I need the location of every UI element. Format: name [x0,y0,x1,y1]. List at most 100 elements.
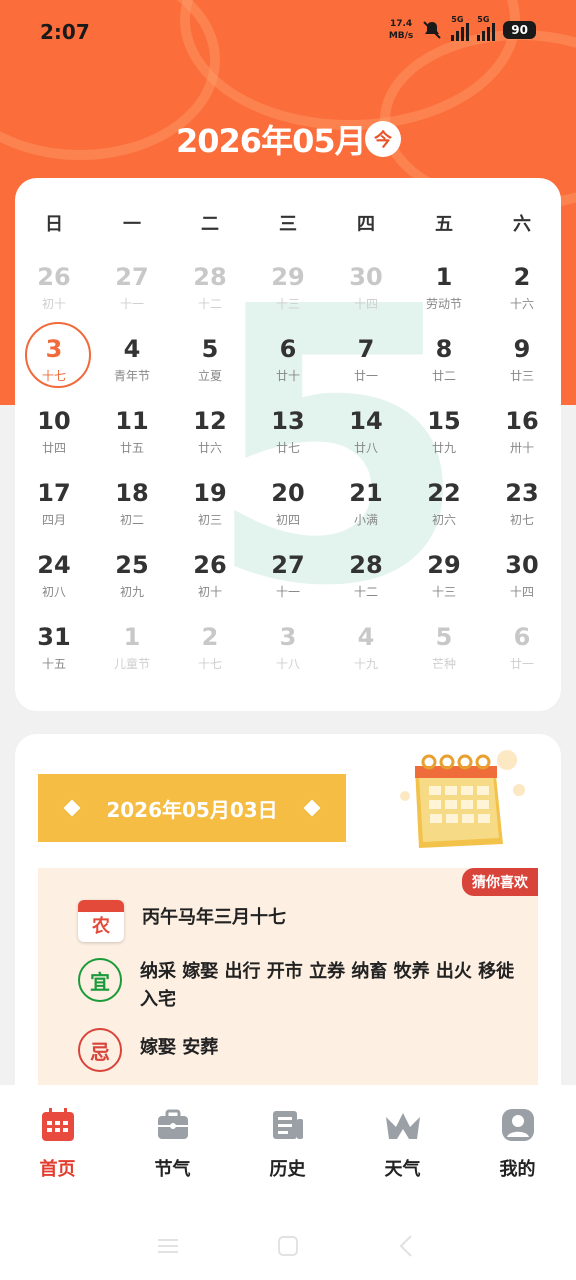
calendar-day[interactable]: 19 初三 [171,476,249,548]
net-speed-value: 17.4 [389,19,413,29]
calendar-day[interactable]: 31 十五 [15,620,93,692]
tab-history[interactable]: 历史 [230,1107,345,1181]
calendar-day-today[interactable]: 3 十七 [15,322,93,404]
calendar-day[interactable]: 27 十一 [249,548,327,620]
lunar-label: 劳动节 [425,297,462,311]
user-icon [501,1109,534,1141]
calendar-day[interactable]: 1 劳动节 [405,260,483,332]
tab-home[interactable]: 首页 [0,1107,115,1181]
lunar-label: 十四 [353,297,378,311]
day-number: 1 [435,263,453,291]
calendar-day[interactable]: 1 儿童节 [93,620,171,692]
calendar-day[interactable]: 4 十九 [327,620,405,692]
calendar-day[interactable]: 28 十二 [171,260,249,332]
calendar-day[interactable]: 18 初二 [93,476,171,548]
lunar-label: 十六 [509,297,534,311]
calendar-day[interactable]: 23 初七 [483,476,561,548]
lunar-label: 初七 [509,513,534,527]
day-number: 29 [427,551,461,579]
calendar-day[interactable]: 17 四月 [15,476,93,548]
day-number: 5 [435,623,453,651]
briefcase-icon [157,1109,188,1139]
calendar-day[interactable]: 2 十七 [171,620,249,692]
calendar-day[interactable]: 22 初六 [405,476,483,548]
status-bar: 2:07 17.4 MB/s 5G 5G 90 [0,15,576,50]
guess-you-like-badge[interactable]: 猜你喜欢 [462,868,538,896]
today-button[interactable]: 今 [365,121,401,157]
tab-solar-terms[interactable]: 节气 [115,1107,230,1181]
calendar-day[interactable]: 15 廿九 [405,404,483,476]
calendar-day[interactable]: 14 廿八 [327,404,405,476]
calendar-week-row: 10 廿四 11 廿五 12 廿六 13 廿七 14 廿八 15 廿九 16 卅十 [15,404,561,476]
calendar-day[interactable]: 7 廿一 [327,332,405,404]
calendar-day[interactable]: 27 十一 [93,260,171,332]
day-number: 10 [37,407,71,435]
day-number: 7 [357,335,375,363]
lunar-label: 廿二 [431,369,456,383]
day-number: 30 [349,263,383,291]
calendar-day[interactable]: 9 廿三 [483,332,561,404]
net-speed-unit: MB/s [388,31,414,41]
ji-row: 忌 嫁娶 安葬 [78,1028,520,1072]
tab-label: 节气 [154,1159,191,1180]
lunar-date: 丙午马年三月十七 [142,907,286,928]
lunar-label: 廿四 [41,441,66,455]
calendar-week-row: 31 十五 1 儿童节 2 十七 3 十八 4 十九 5 芒种 6 廿一 [15,620,561,692]
sim2-label: 5G [477,15,490,24]
home-icon[interactable] [276,1235,300,1257]
day-number: 27 [271,551,305,579]
ji-icon: 忌 [78,1028,122,1072]
system-navigation-bar [0,1230,576,1262]
calendar-day[interactable]: 29 十三 [249,260,327,332]
lunar-label: 初十 [197,585,222,599]
calendar-day[interactable]: 8 廿二 [405,332,483,404]
desk-calendar-icon [400,750,525,848]
calendar-day[interactable]: 6 廿一 [483,620,561,692]
tab-weather[interactable]: 天气 [345,1107,460,1181]
day-number: 31 [37,623,71,651]
calendar-day[interactable]: 25 初九 [93,548,171,620]
calendar-day[interactable]: 5 芒种 [405,620,483,692]
calendar-day[interactable]: 24 初八 [15,548,93,620]
news-icon [272,1111,303,1139]
menu-icon[interactable] [156,1236,180,1256]
calendar-day[interactable]: 2 十六 [483,260,561,332]
calendar-day[interactable]: 5 立夏 [171,332,249,404]
day-number: 2 [201,623,219,651]
calendar-day[interactable]: 12 廿六 [171,404,249,476]
calendar-day[interactable]: 26 初十 [171,548,249,620]
calendar-day[interactable]: 29 十三 [405,548,483,620]
calendar-day[interactable]: 10 廿四 [15,404,93,476]
calendar-day[interactable]: 6 廿十 [249,332,327,404]
day-number: 26 [37,263,71,291]
calendar-day[interactable]: 11 廿五 [93,404,171,476]
calendar-day[interactable]: 28 十二 [327,548,405,620]
calendar-day[interactable]: 16 卅十 [483,404,561,476]
weekday-label: 五 [435,214,453,235]
lunar-label: 十七 [197,657,222,671]
weekday-label: 三 [279,214,297,235]
day-number: 23 [505,479,539,507]
calendar-day[interactable]: 13 廿七 [249,404,327,476]
lunar-label: 小满 [353,513,378,527]
back-icon[interactable] [396,1234,416,1258]
weekday-label: 一 [123,214,141,235]
month-title[interactable]: 2026年05月 [176,116,367,162]
lunar-label: 廿九 [431,441,456,455]
calendar-day[interactable]: 21 小满 [327,476,405,548]
calendar-card: 5 日一二三四五六 26 初十 27 十一 28 十二 29 十三 30 十四 1 劳动节 2 十六 3 十七… [15,178,561,711]
calendar-day[interactable]: 30 十四 [483,548,561,620]
lunar-icon-char: 农 [92,916,110,937]
calendar-day[interactable]: 30 十四 [327,260,405,332]
lunar-label: 十八 [275,657,300,671]
calendar-day[interactable]: 20 初四 [249,476,327,548]
calendar-day[interactable]: 4 青年节 [93,332,171,404]
tab-profile[interactable]: 我的 [460,1107,575,1181]
calendar-day[interactable]: 3 十八 [249,620,327,692]
lunar-label: 初八 [41,585,66,599]
lunar-label: 十二 [197,297,222,311]
calendar-week-row: 26 初十 27 十一 28 十二 29 十三 30 十四 1 劳动节 2 十六 [15,260,561,332]
lunar-label: 儿童节 [113,657,150,671]
status-time: 2:07 [40,20,90,44]
day-number: 24 [37,551,71,579]
